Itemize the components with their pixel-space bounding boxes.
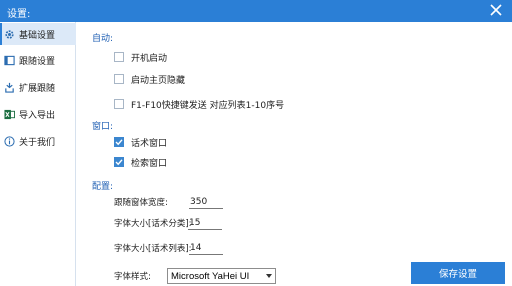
speech-window-option[interactable]: 话术窗口	[114, 136, 168, 149]
follow-window-icon	[4, 55, 15, 66]
gear-icon	[4, 29, 15, 40]
autostart-checkbox[interactable]	[114, 52, 124, 62]
sidebar-item-label: 扩展跟随	[19, 83, 56, 94]
follow-width-label: 跟随窗体宽度:	[114, 198, 168, 208]
extension-icon	[4, 82, 15, 93]
section-window-label: 窗口:	[92, 122, 114, 132]
autostart-label: 开机启动	[131, 53, 168, 64]
hotkey-option[interactable]: F1-F10快捷键发送 对应列表1-10序号	[114, 98, 285, 111]
settings-panel: 自动: 开机启动 启动主页隐藏 F1-F10快捷键发送 对应列表1-10序号 窗…	[77, 22, 512, 286]
search-window-checkbox[interactable]	[114, 157, 124, 167]
sidebar-item-label: 关于我们	[19, 137, 56, 148]
section-auto-label: 自动:	[92, 34, 114, 44]
sidebar: 基础设置 跟随设置 扩展跟随 导入导出 关于我们	[0, 22, 76, 286]
speech-window-checkbox[interactable]	[114, 137, 124, 147]
sidebar-item-label: 跟随设置	[19, 56, 56, 67]
font-style-select[interactable]: Microsoft YaHei UI	[167, 268, 276, 284]
sidebar-item-basic-settings[interactable]: 基础设置	[0, 23, 76, 45]
hide-main-label: 启动主页隐藏	[131, 75, 186, 86]
sidebar-item-follow-settings[interactable]: 跟随设置	[0, 49, 76, 71]
follow-width-field: 跟随窗体宽度:	[114, 195, 223, 209]
chevron-down-icon	[266, 274, 272, 278]
font-style-value: Microsoft YaHei UI	[171, 270, 250, 282]
excel-icon	[4, 109, 15, 120]
sidebar-item-label: 基础设置	[19, 30, 56, 41]
section-config-label: 配置:	[92, 182, 114, 192]
checkmark-icon	[115, 159, 123, 166]
speech-window-label: 话术窗口	[131, 138, 168, 149]
checkmark-icon	[115, 139, 123, 146]
font-list-label: 字体大小[话术列表]:	[114, 244, 192, 254]
follow-width-input[interactable]	[189, 195, 223, 209]
font-style-label: 字体样式:	[114, 272, 151, 282]
sidebar-item-label: 导入导出	[19, 110, 56, 121]
title-bar: 设置:	[0, 0, 512, 22]
sidebar-item-import-export[interactable]: 导入导出	[0, 103, 76, 125]
sidebar-item-extended-follow[interactable]: 扩展跟随	[0, 76, 76, 98]
search-window-option[interactable]: 检索窗口	[114, 156, 168, 169]
save-settings-button[interactable]: 保存设置	[411, 262, 505, 284]
font-category-input[interactable]	[188, 216, 222, 230]
close-icon[interactable]	[488, 2, 504, 18]
window-title: 设置:	[7, 9, 31, 20]
font-category-field: 字体大小[话术分类]:	[114, 216, 222, 230]
font-list-field: 字体大小[话术列表]:	[114, 241, 223, 255]
font-category-label: 字体大小[话术分类]:	[114, 219, 192, 229]
font-list-input[interactable]	[189, 241, 223, 255]
hotkey-label: F1-F10快捷键发送 对应列表1-10序号	[131, 100, 285, 111]
hide-main-checkbox[interactable]	[114, 74, 124, 84]
font-style-field: 字体样式:	[114, 269, 151, 283]
autostart-option[interactable]: 开机启动	[114, 51, 168, 64]
info-icon	[4, 135, 15, 147]
search-window-label: 检索窗口	[131, 158, 168, 169]
hide-main-option[interactable]: 启动主页隐藏	[114, 73, 186, 86]
sidebar-item-about-us[interactable]: 关于我们	[0, 130, 76, 152]
hotkey-checkbox[interactable]	[114, 99, 124, 109]
